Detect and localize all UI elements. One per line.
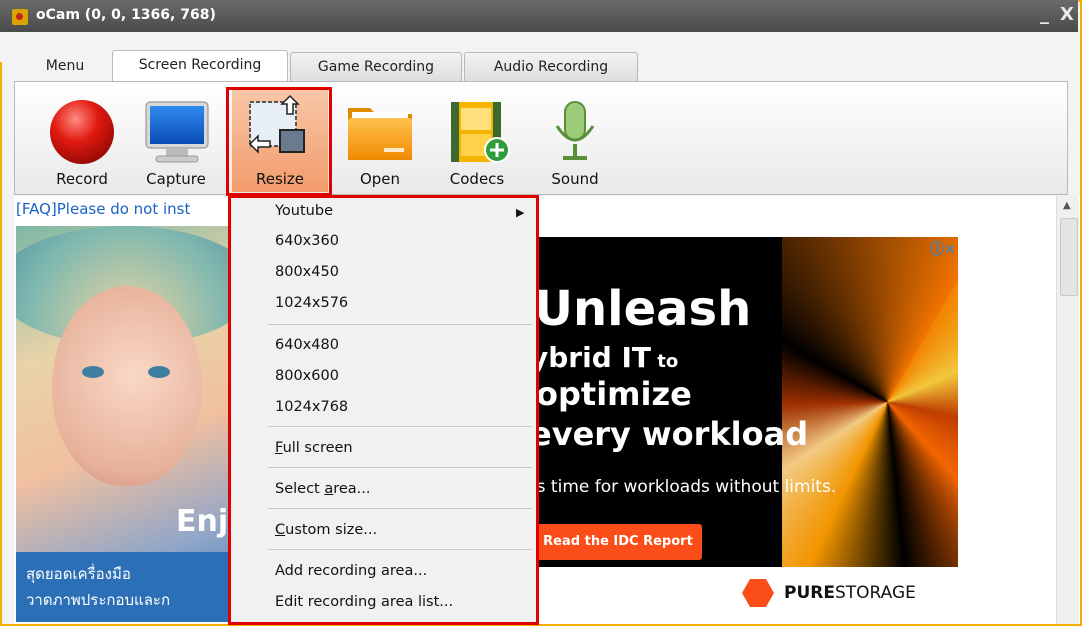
menu-separator <box>268 549 532 550</box>
brand-name-bold: PURE <box>784 583 835 603</box>
scroll-up-icon[interactable]: ▲ <box>1063 200 1071 211</box>
illustration-face <box>52 286 202 486</box>
close-button[interactable]: X <box>1060 4 1074 25</box>
window-title: oCam (0, 0, 1366, 768) <box>36 7 216 23</box>
microphone-icon <box>555 101 595 160</box>
menu-separator <box>268 508 532 509</box>
tab-screen-recording[interactable]: Screen Recording <box>112 50 288 81</box>
eye-left <box>82 366 104 378</box>
ad-headline-1: Unleash <box>534 281 752 337</box>
submenu-arrow-icon: ▶ <box>516 206 525 219</box>
ad-left-enjoy-text: Enj <box>176 504 229 539</box>
sound-button[interactable]: Sound <box>535 88 615 192</box>
select-area-text-a: Select <box>275 481 325 497</box>
minimize-button[interactable]: _ <box>1040 4 1049 25</box>
ad-headline-2-main: ybrid IT <box>530 341 652 374</box>
codecs-label: Codecs <box>449 170 505 188</box>
eye-right <box>148 366 170 378</box>
codecs-button[interactable]: Codecs <box>437 88 517 192</box>
ad-left-banner[interactable]: Enj สุดยอดเครื่องมือ วาดภาพประกอบและก <box>16 226 230 622</box>
brand-name: PURESTORAGE <box>784 583 916 603</box>
ad-right-banner[interactable]: ⓘ✕ Unleash ybrid IT to optimize every wo… <box>512 237 958 621</box>
open-button[interactable]: Open <box>340 88 420 192</box>
ad-headline-4: every workload <box>530 415 809 453</box>
menu-item-select-area[interactable]: Select area... <box>275 481 371 497</box>
ad-left-caption-line1: สุดยอดเครื่องมือ <box>26 565 131 583</box>
menu-item-1024x576[interactable]: 1024x576 <box>275 295 348 311</box>
tab-menu[interactable]: Menu <box>30 52 100 80</box>
menu-item-1024x768[interactable]: 1024x768 <box>275 399 348 415</box>
ocam-app-icon <box>12 9 28 25</box>
tab-audio-recording[interactable]: Audio Recording <box>464 52 638 81</box>
sound-label: Sound <box>551 170 599 188</box>
menu-item-youtube[interactable]: Youtube <box>275 203 333 219</box>
faq-link[interactable]: [FAQ]Please do not inst <box>16 200 190 218</box>
custom-size-accel: C <box>275 522 286 538</box>
ad-headline-2-small: to <box>651 351 679 372</box>
record-button[interactable]: Record <box>42 88 122 192</box>
title-bar[interactable]: oCam (0, 0, 1366, 768) _ X <box>0 0 1078 32</box>
menu-separator <box>268 324 532 325</box>
menu-separator <box>268 467 532 468</box>
menu-separator <box>268 426 532 427</box>
select-area-accel: a <box>324 481 334 497</box>
resize-highlight <box>226 87 332 196</box>
select-area-text-b: rea... <box>333 481 371 497</box>
capture-button[interactable]: Capture <box>136 88 216 192</box>
menu-item-add-recording-area[interactable]: Add recording area... <box>275 563 427 579</box>
ad-headline-2: ybrid IT to <box>530 341 678 374</box>
custom-size-text: ustom size... <box>285 522 378 538</box>
brand-name-rest: STORAGE <box>834 583 916 603</box>
folder-icon <box>348 108 412 160</box>
vertical-scrollbar[interactable]: ▲ <box>1056 196 1079 624</box>
full-screen-accel: F <box>275 440 283 456</box>
menu-item-custom-size[interactable]: Custom size... <box>275 522 377 538</box>
record-icon <box>50 100 114 164</box>
adchoices-icon[interactable]: ⓘ✕ <box>930 239 956 259</box>
menu-item-640x360[interactable]: 640x360 <box>275 233 339 249</box>
monitor-icon <box>145 101 209 163</box>
ad-tagline: 's time for workloads without limits. <box>532 477 837 497</box>
tab-game-recording[interactable]: Game Recording <box>290 52 462 81</box>
crystal-graphic <box>782 237 958 567</box>
scroll-thumb[interactable] <box>1060 218 1078 296</box>
record-label: Record <box>56 170 108 188</box>
menu-item-edit-recording-area-list[interactable]: Edit recording area list... <box>275 594 453 610</box>
full-screen-text: ull screen <box>282 440 353 456</box>
capture-label: Capture <box>146 170 206 188</box>
menu-item-640x480[interactable]: 640x480 <box>275 337 339 353</box>
menu-item-800x600[interactable]: 800x600 <box>275 368 339 384</box>
ad-left-caption-line2: วาดภาพประกอบและก <box>26 591 171 609</box>
ad-headline-3: optimize <box>536 375 692 413</box>
read-report-button[interactable]: Read the IDC Report <box>534 524 702 560</box>
menu-item-full-screen[interactable]: Full screen <box>275 440 353 456</box>
menu-item-800x450[interactable]: 800x450 <box>275 264 339 280</box>
film-add-icon <box>451 102 510 163</box>
open-label: Open <box>359 170 401 188</box>
